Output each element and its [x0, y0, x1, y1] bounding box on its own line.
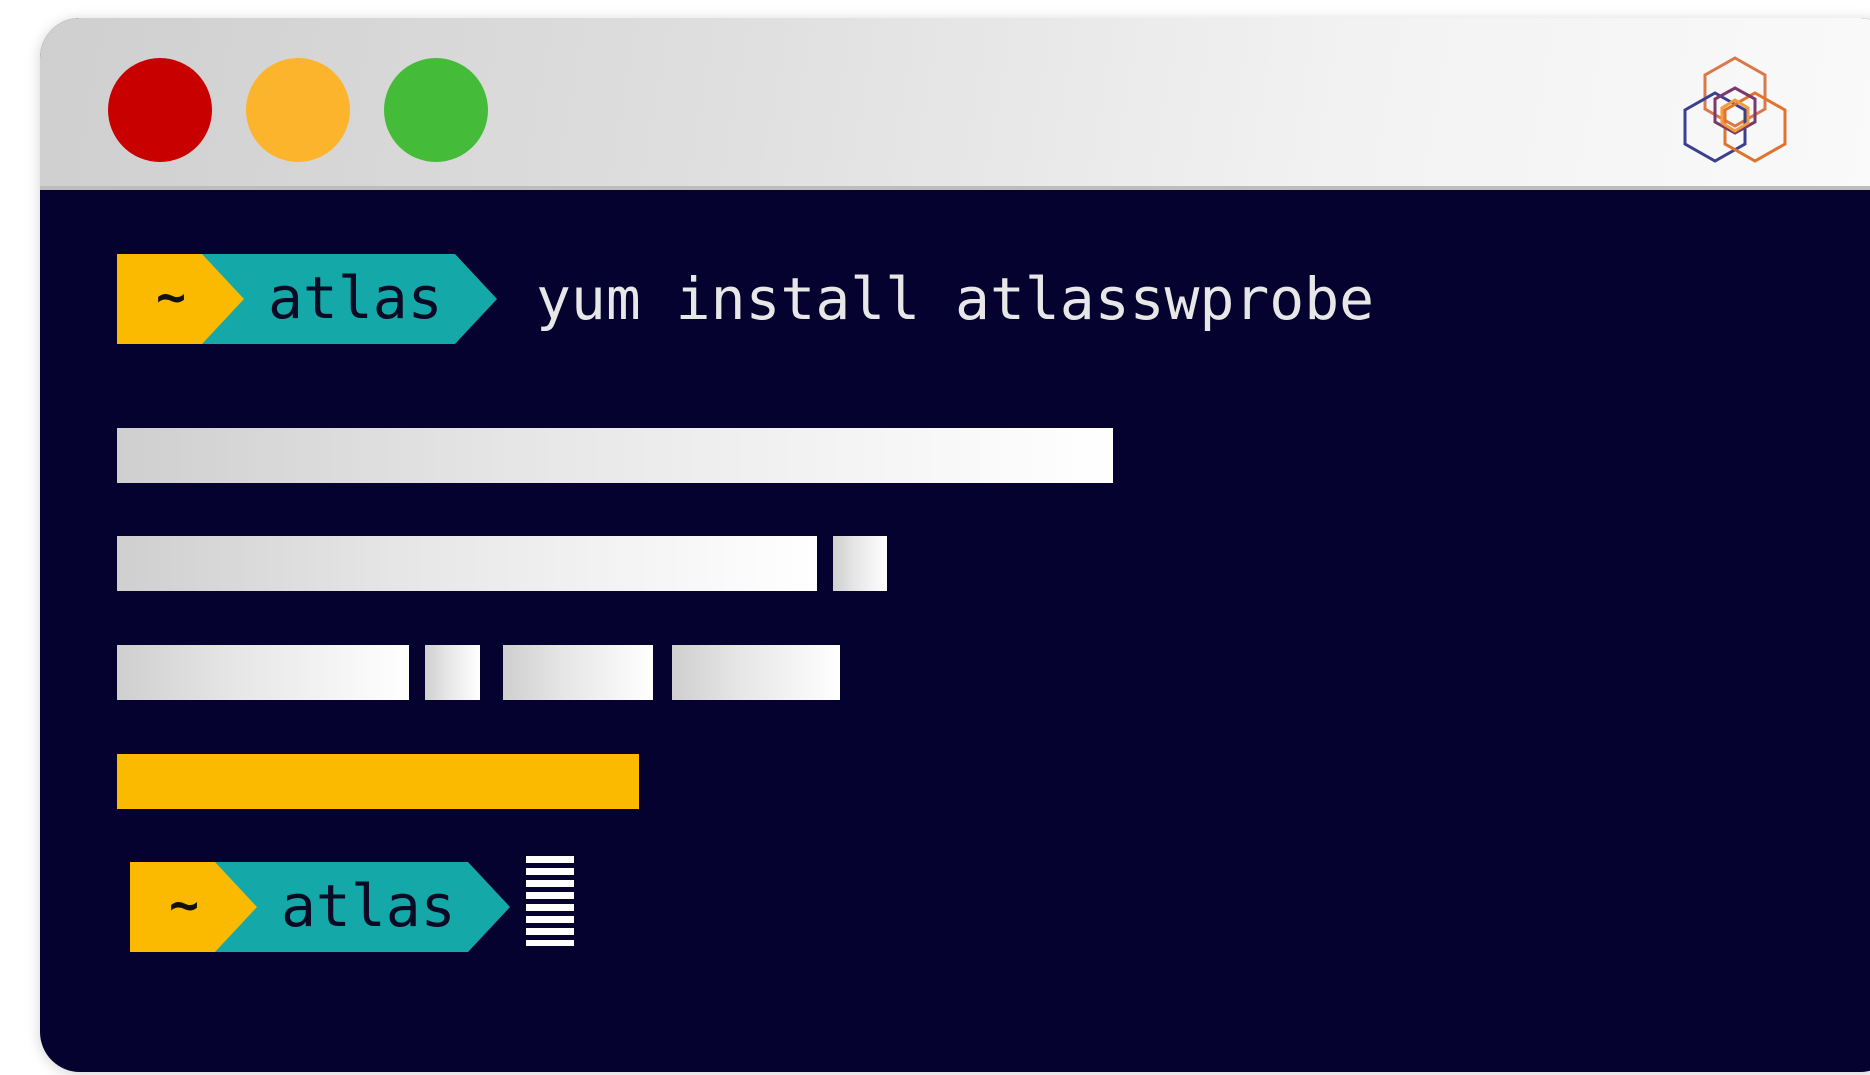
terminal-body: ~ atlas yum install atlasswprobe ~ atlas	[40, 190, 1870, 1072]
output-line-4	[117, 754, 639, 809]
output-line-1	[117, 428, 1113, 483]
title-bar	[40, 18, 1870, 190]
output-line-3-segment	[503, 645, 653, 700]
ripe-atlas-logo-icon	[1660, 38, 1810, 178]
output-line-2	[117, 536, 817, 591]
block-cursor	[526, 856, 574, 946]
prompt-path: ~	[168, 876, 200, 934]
close-button[interactable]	[108, 58, 212, 162]
prompt-path: ~	[155, 268, 187, 326]
output-line-3-segment	[425, 645, 480, 700]
prompt-segment: ~ atlas	[117, 254, 497, 344]
prompt-segment: ~ atlas	[130, 862, 510, 952]
output-line-3-segment	[672, 645, 840, 700]
prompt-user: atlas	[281, 872, 456, 940]
minimize-button[interactable]	[246, 58, 350, 162]
terminal-window: ~ atlas yum install atlasswprobe ~ atlas	[40, 18, 1870, 1072]
output-line-2-segment	[833, 536, 887, 591]
output-line-3	[117, 645, 409, 700]
maximize-button[interactable]	[384, 58, 488, 162]
command-text: yum install atlasswprobe	[536, 265, 1375, 333]
prompt-user: atlas	[268, 264, 443, 332]
